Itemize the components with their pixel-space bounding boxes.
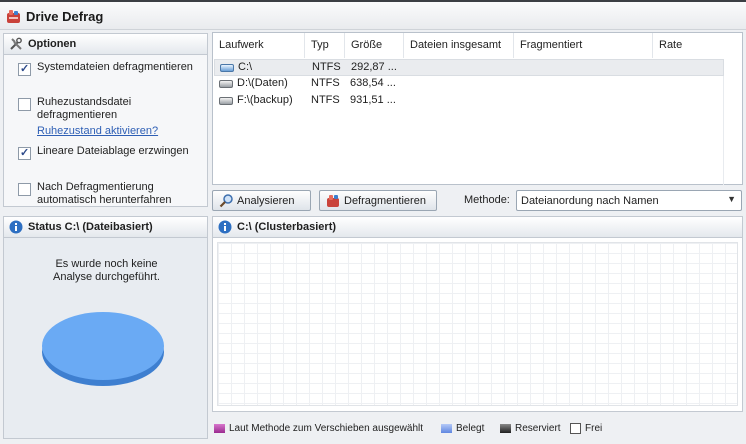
option-label: Lineare Dateiablage erzwingen xyxy=(37,145,189,157)
analyze-button[interactable]: Analysieren xyxy=(212,190,311,211)
drive-defrag-app-icon xyxy=(7,10,20,23)
defrag-icon xyxy=(327,195,339,207)
checkmark-icon: ✓ xyxy=(20,63,30,75)
status-header: Status C:\ (Dateibasiert) xyxy=(3,216,208,238)
hibernation-enable-link[interactable]: Ruhezustand aktivieren? xyxy=(37,125,207,138)
status-message-line: Es wurde noch keine xyxy=(55,258,158,270)
drive-row[interactable]: D:\(Daten) NTFS 638,54 ... xyxy=(214,76,724,93)
drive-list[interactable]: Laufwerk Typ Größe Dateien insgesamt Fra… xyxy=(212,32,743,185)
checkbox[interactable]: ✓ xyxy=(18,147,31,160)
cluster-map-grid xyxy=(217,242,738,406)
status-header-label: Status C:\ (Dateibasiert) xyxy=(28,221,153,233)
column-header-total-files[interactable]: Dateien insgesamt xyxy=(404,33,514,58)
option-auto-shutdown[interactable]: Nach Defragmentierung automatisch herunt… xyxy=(18,181,208,209)
info-icon xyxy=(9,220,23,234)
tools-icon xyxy=(10,37,22,50)
checkmark-icon: ✓ xyxy=(20,147,30,159)
options-header-label: Optionen xyxy=(28,38,77,50)
legend-swatch xyxy=(214,424,225,433)
analyze-button-label: Analysieren xyxy=(237,195,295,207)
legend-label: Belegt xyxy=(456,423,485,434)
info-icon xyxy=(218,220,232,234)
method-dropdown-value: Dateianordung nach Namen xyxy=(521,195,659,207)
drive-name: D:\(Daten) xyxy=(237,77,288,89)
legend-item-selected: Laut Methode zum Verschieben ausgewählt xyxy=(214,423,424,437)
legend-item-reserved: Reserviert xyxy=(500,423,562,437)
status-message: Es wurde noch keine Analyse durchgeführt… xyxy=(4,258,209,284)
checkbox[interactable] xyxy=(18,98,31,111)
drive-size: 292,87 ... xyxy=(351,61,397,73)
file-status-pie-chart xyxy=(42,312,164,386)
defragment-button-label: Defragmentieren xyxy=(344,195,426,207)
checkbox[interactable] xyxy=(18,183,31,196)
option-system-files[interactable]: ✓ Systemdateien defragmentieren xyxy=(18,61,208,89)
column-header-type[interactable]: Typ xyxy=(305,33,345,58)
drive-type: NTFS xyxy=(312,61,341,73)
option-label: Nach Defragmentierung automatisch herunt… xyxy=(37,181,172,206)
legend-label: Frei xyxy=(585,423,603,434)
drive-size: 638,54 ... xyxy=(350,77,396,89)
legend-swatch xyxy=(441,424,452,433)
column-header-rate[interactable]: Rate xyxy=(653,33,723,58)
defragment-button[interactable]: Defragmentieren xyxy=(319,190,437,211)
hard-drive-icon xyxy=(219,80,233,88)
drive-name: F:\(backup) xyxy=(237,94,293,106)
legend-swatch xyxy=(570,423,581,434)
drive-size: 931,51 ... xyxy=(350,94,396,106)
option-label: Systemdateien defragmentieren xyxy=(37,61,193,73)
option-label: Ruhezustandsdatei defragmentieren xyxy=(37,96,132,121)
magnifier-icon xyxy=(219,194,233,208)
column-header-fragmented[interactable]: Fragmentiert xyxy=(514,33,653,58)
chevron-down-icon: ▼ xyxy=(727,194,736,204)
drive-row[interactable]: C:\ NTFS 292,87 ... xyxy=(214,59,724,76)
drive-name: C:\ xyxy=(238,61,253,73)
drive-type: NTFS xyxy=(311,94,340,106)
pie-slice xyxy=(42,312,164,380)
method-dropdown[interactable]: Dateianordung nach Namen ▼ xyxy=(516,190,742,211)
legend-label: Laut Methode zum Verschieben ausgewählt xyxy=(229,423,424,434)
cluster-header-label: C:\ (Clusterbasiert) xyxy=(237,221,337,233)
options-header: Optionen xyxy=(3,33,208,55)
legend-swatch xyxy=(500,424,511,433)
option-hibernation-file[interactable]: Ruhezustandsdatei defragmentieren Ruhezu… xyxy=(18,96,208,138)
cluster-map-panel xyxy=(212,238,743,412)
options-panel: ✓ Systemdateien defragmentieren Ruhezust… xyxy=(3,55,208,207)
status-panel: Es wurde noch keine Analyse durchgeführt… xyxy=(3,238,208,439)
column-header-drive[interactable]: Laufwerk xyxy=(213,33,305,58)
drive-type: NTFS xyxy=(311,77,340,89)
legend-label: Reserviert xyxy=(515,423,561,434)
checkbox[interactable]: ✓ xyxy=(18,63,31,76)
title-bar: Drive Defrag xyxy=(0,0,746,30)
method-label: Methode: xyxy=(464,194,510,206)
drive-row[interactable]: F:\(backup) NTFS 931,51 ... xyxy=(214,93,724,110)
cluster-header: C:\ (Clusterbasiert) xyxy=(212,216,743,238)
system-drive-icon xyxy=(220,64,234,72)
legend-item-free: Frei xyxy=(570,423,610,437)
option-linear-placement[interactable]: ✓ Lineare Dateiablage erzwingen xyxy=(18,145,208,173)
status-message-line: Analyse durchgeführt. xyxy=(52,271,160,283)
legend-item-used: Belegt xyxy=(441,423,491,437)
window-title: Drive Defrag xyxy=(26,9,104,24)
column-header-size[interactable]: Größe xyxy=(345,33,404,58)
hard-drive-icon xyxy=(219,97,233,105)
